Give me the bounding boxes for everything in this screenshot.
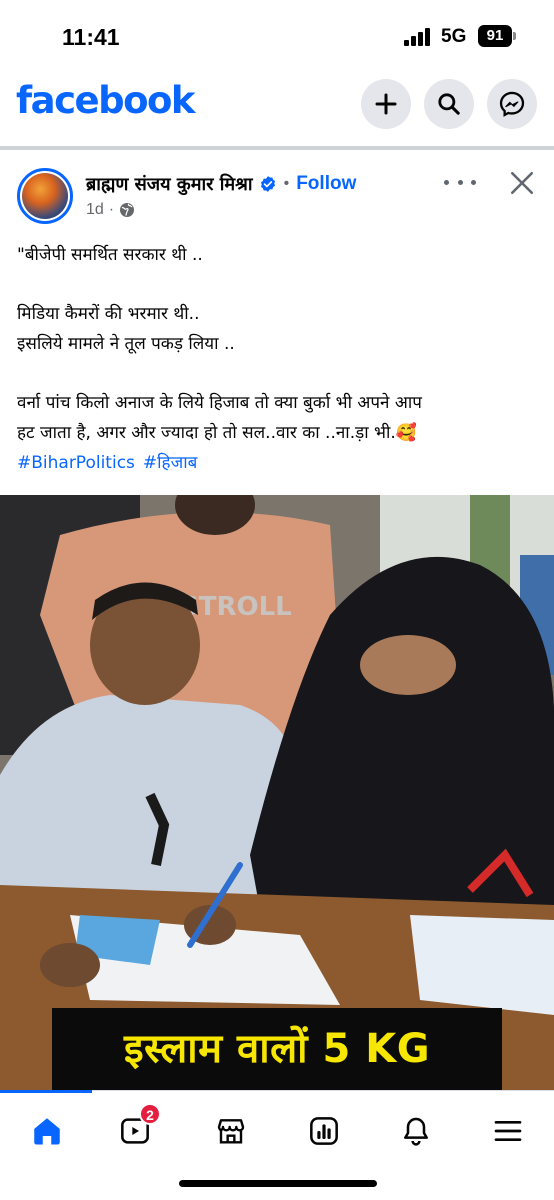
author-row: ब्राह्मण संजय कुमार मिश्रा • Follow <box>86 172 356 196</box>
search-button[interactable] <box>424 79 474 129</box>
verified-badge-icon <box>260 176 275 192</box>
header-divider <box>0 146 554 150</box>
messenger-button[interactable] <box>487 79 537 129</box>
home-indicator <box>179 1180 377 1187</box>
network-label: 5G <box>441 26 467 47</box>
home-icon <box>34 1118 60 1145</box>
app-header: facebook <box>0 70 554 146</box>
post-time[interactable]: 1d <box>86 201 104 219</box>
nav-video[interactable]: 2 <box>115 1103 161 1151</box>
follow-button[interactable]: Follow <box>296 173 356 195</box>
status-time: 11:41 <box>62 24 120 50</box>
post-text: "बीजेपी समर्थित सरकार थी .. मिडिया कैमरो… <box>17 240 539 478</box>
search-icon <box>438 93 460 115</box>
battery-nub <box>513 32 516 40</box>
notification-badge: 2 <box>139 1103 161 1125</box>
menu-icon <box>494 1121 522 1141</box>
status-bar: 11:41 5G 91 <box>0 0 554 70</box>
bell-icon <box>404 1117 428 1146</box>
nav-notifications[interactable] <box>396 1111 436 1151</box>
signal-icon <box>404 28 434 46</box>
messenger-icon <box>499 91 525 117</box>
image-caption: इस्लाम वालों 5 KG <box>123 1026 431 1072</box>
nav-dashboard[interactable] <box>304 1111 344 1151</box>
battery-icon: 91 <box>478 25 512 47</box>
marketplace-icon <box>217 1119 245 1144</box>
nav-home[interactable] <box>27 1111 67 1151</box>
plus-icon <box>375 93 397 115</box>
active-tab-indicator <box>0 1090 92 1093</box>
dashboard-icon <box>310 1117 338 1145</box>
nav-menu[interactable] <box>488 1111 528 1151</box>
hashtag-link[interactable]: #BiharPolitics <box>17 453 135 473</box>
globe-icon <box>120 203 135 217</box>
post-text-line: मिडिया कैमरों की भरमार थी.. <box>17 304 200 324</box>
post-text-line: वर्ना पांच किलो अनाज के लिये हिजाब तो क्… <box>17 393 422 413</box>
close-icon[interactable] <box>509 170 535 196</box>
hashtags: #BiharPolitics #हिजाब <box>17 448 539 478</box>
more-options-button[interactable] <box>444 168 476 196</box>
post-meta: 1d · <box>86 201 135 219</box>
meta-separator: · <box>108 201 115 218</box>
image-caption-bar: इस्लाम वालों 5 KG <box>52 1008 502 1090</box>
nav-marketplace[interactable] <box>211 1111 251 1151</box>
hashtag-link[interactable]: #हिजाब <box>143 453 197 473</box>
post-text-line: इसलिये मामले ने तूल पकड़ लिया .. <box>17 334 235 354</box>
author-name[interactable]: ब्राह्मण संजय कुमार मिश्रा <box>86 172 253 196</box>
avatar[interactable] <box>17 168 73 224</box>
photo-scene: STROLL <box>0 495 554 1090</box>
create-button[interactable] <box>361 79 411 129</box>
post-image[interactable]: STROLL इस्लाम वालों 5 KG <box>0 495 554 1090</box>
dot-separator: • <box>283 175 290 192</box>
post-text-line: हट जाता है, अगर और ज्यादा हो तो सल..वार … <box>17 423 417 443</box>
post-text-line: "बीजेपी समर्थित सरकार थी .. <box>17 245 203 265</box>
facebook-logo[interactable]: facebook <box>16 79 196 122</box>
